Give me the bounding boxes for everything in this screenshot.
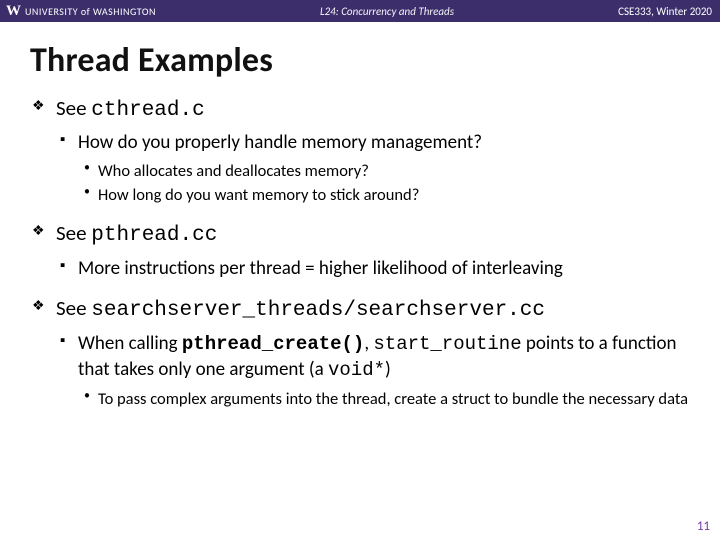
course-code: CSE333, Winter 2020: [618, 5, 720, 18]
slide-content: Thread Examples See cthread.c How do you…: [0, 22, 720, 410]
list-item: More instructions per thread = higher li…: [56, 256, 690, 282]
uw-logo-w: W: [6, 4, 21, 19]
item-code: cthread.c: [91, 99, 204, 122]
list-item: When calling pthread_create(), start_rou…: [56, 331, 690, 411]
item-lead: See: [56, 95, 91, 121]
item-text: How do you properly handle memory manage…: [78, 131, 482, 154]
page-title: Thread Examples: [30, 40, 690, 81]
item-code: pthread.cc: [91, 224, 217, 247]
list-item: See pthread.cc More instructions per thr…: [30, 220, 690, 281]
item-code: pthread_create(): [182, 333, 364, 355]
list-item: To pass complex arguments into the threa…: [78, 388, 690, 410]
item-text: More instructions per thread = higher li…: [78, 257, 563, 280]
slide-number: 11: [697, 519, 710, 534]
list-item: How do you properly handle memory manage…: [56, 130, 690, 206]
bullet-list: See cthread.c How do you properly handle…: [30, 95, 690, 410]
uw-logo: W UNIVERSITY of WASHINGTON: [0, 4, 156, 19]
item-post: ): [385, 358, 391, 381]
list-item: See searchserver_threads/searchserver.cc…: [30, 295, 690, 410]
list-item: How long do you want memory to stick aro…: [78, 184, 690, 206]
item-pre: When calling: [78, 332, 182, 355]
item-code: void*: [328, 359, 385, 381]
list-item: See cthread.c How do you properly handle…: [30, 95, 690, 206]
item-code: start_routine: [373, 333, 521, 355]
item-lead: See: [56, 295, 91, 321]
slide: W UNIVERSITY of WASHINGTON L24: Concurre…: [0, 0, 720, 540]
item-text: To pass complex arguments into the threa…: [98, 389, 688, 409]
list-item: Who allocates and deallocates memory?: [78, 160, 690, 182]
item-text: How long do you want memory to stick aro…: [98, 185, 419, 205]
lecture-title: L24: Concurrency and Threads: [156, 5, 618, 18]
topbar: W UNIVERSITY of WASHINGTON L24: Concurre…: [0, 0, 720, 22]
university-name: UNIVERSITY of WASHINGTON: [25, 5, 156, 18]
item-code: searchserver_threads/searchserver.cc: [91, 299, 545, 322]
item-text: Who allocates and deallocates memory?: [98, 161, 369, 181]
item-lead: See: [56, 220, 91, 246]
